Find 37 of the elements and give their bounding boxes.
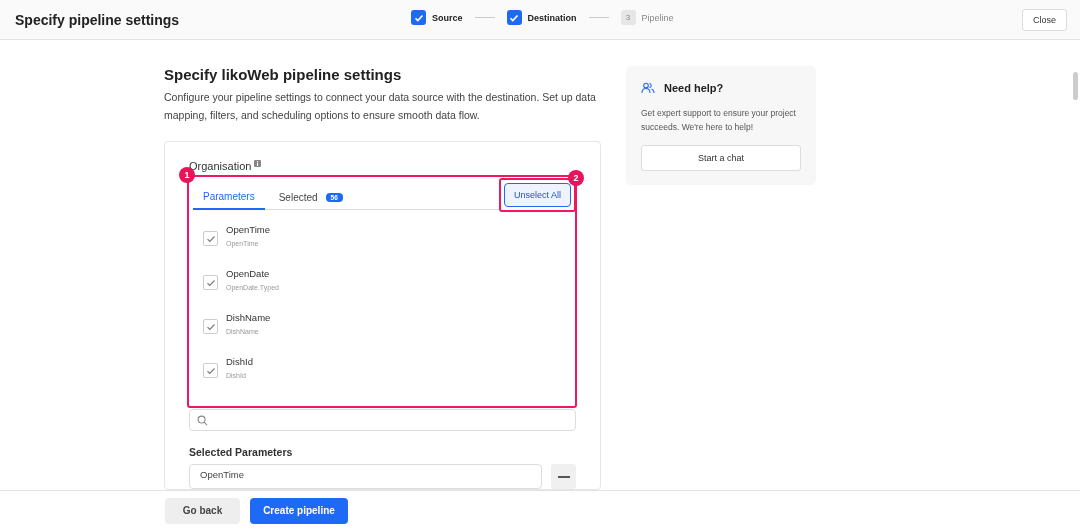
parameter-name: OpenTime [226, 224, 270, 235]
checkbox[interactable] [203, 275, 218, 290]
parameter-name: DishId [226, 356, 253, 367]
step-label: Destination [527, 12, 577, 23]
check-icon [205, 365, 216, 376]
tab[interactable]: Parameters [193, 185, 265, 210]
create-pipeline-button[interactable]: Create pipeline [250, 497, 348, 524]
search-field[interactable] [189, 409, 576, 431]
checkbox[interactable] [203, 319, 218, 334]
close-button[interactable]: Close [1022, 8, 1067, 31]
parameter-name: DishName [226, 312, 271, 323]
back-button[interactable]: Go back [165, 497, 240, 524]
step-label: Source [432, 12, 463, 23]
step-label: Pipeline [641, 12, 674, 23]
page-description: Configure your pipeline settings to connect your data source with the destination. Set up data mapping, filters, and scheduling options to ensure smooth data flow. [164, 90, 597, 123]
page-title: Specify pipeline settings [15, 11, 180, 28]
selected-parameter-field[interactable]: OpenTime [189, 464, 542, 489]
remove-button[interactable] [551, 464, 576, 489]
info-icon [254, 159, 262, 167]
check-icon [205, 321, 216, 332]
search-icon [197, 414, 208, 426]
checkbox[interactable] [203, 231, 218, 246]
section-label: Organisation [189, 160, 252, 172]
unselect-all-button[interactable]: Unselect All [503, 183, 571, 207]
scrollbar[interactable] [1073, 72, 1078, 100]
page-heading: Specify likoWeb pipeline settings [164, 66, 403, 83]
help-text: Get expert support to ensure your project succeeds. We're here to help! [641, 107, 797, 134]
section-label: Selected Parameters [189, 446, 294, 458]
people-icon [641, 82, 655, 94]
callout-badge: 2 [568, 170, 584, 186]
start-chat-button[interactable]: Start a chat [641, 145, 801, 171]
check-icon [205, 233, 216, 244]
parameter-name: OpenDate [226, 268, 271, 279]
help-title: Need help? [664, 82, 724, 94]
check-icon [205, 277, 216, 288]
checkbox[interactable] [203, 363, 218, 378]
step-number: 3 [620, 10, 636, 25]
